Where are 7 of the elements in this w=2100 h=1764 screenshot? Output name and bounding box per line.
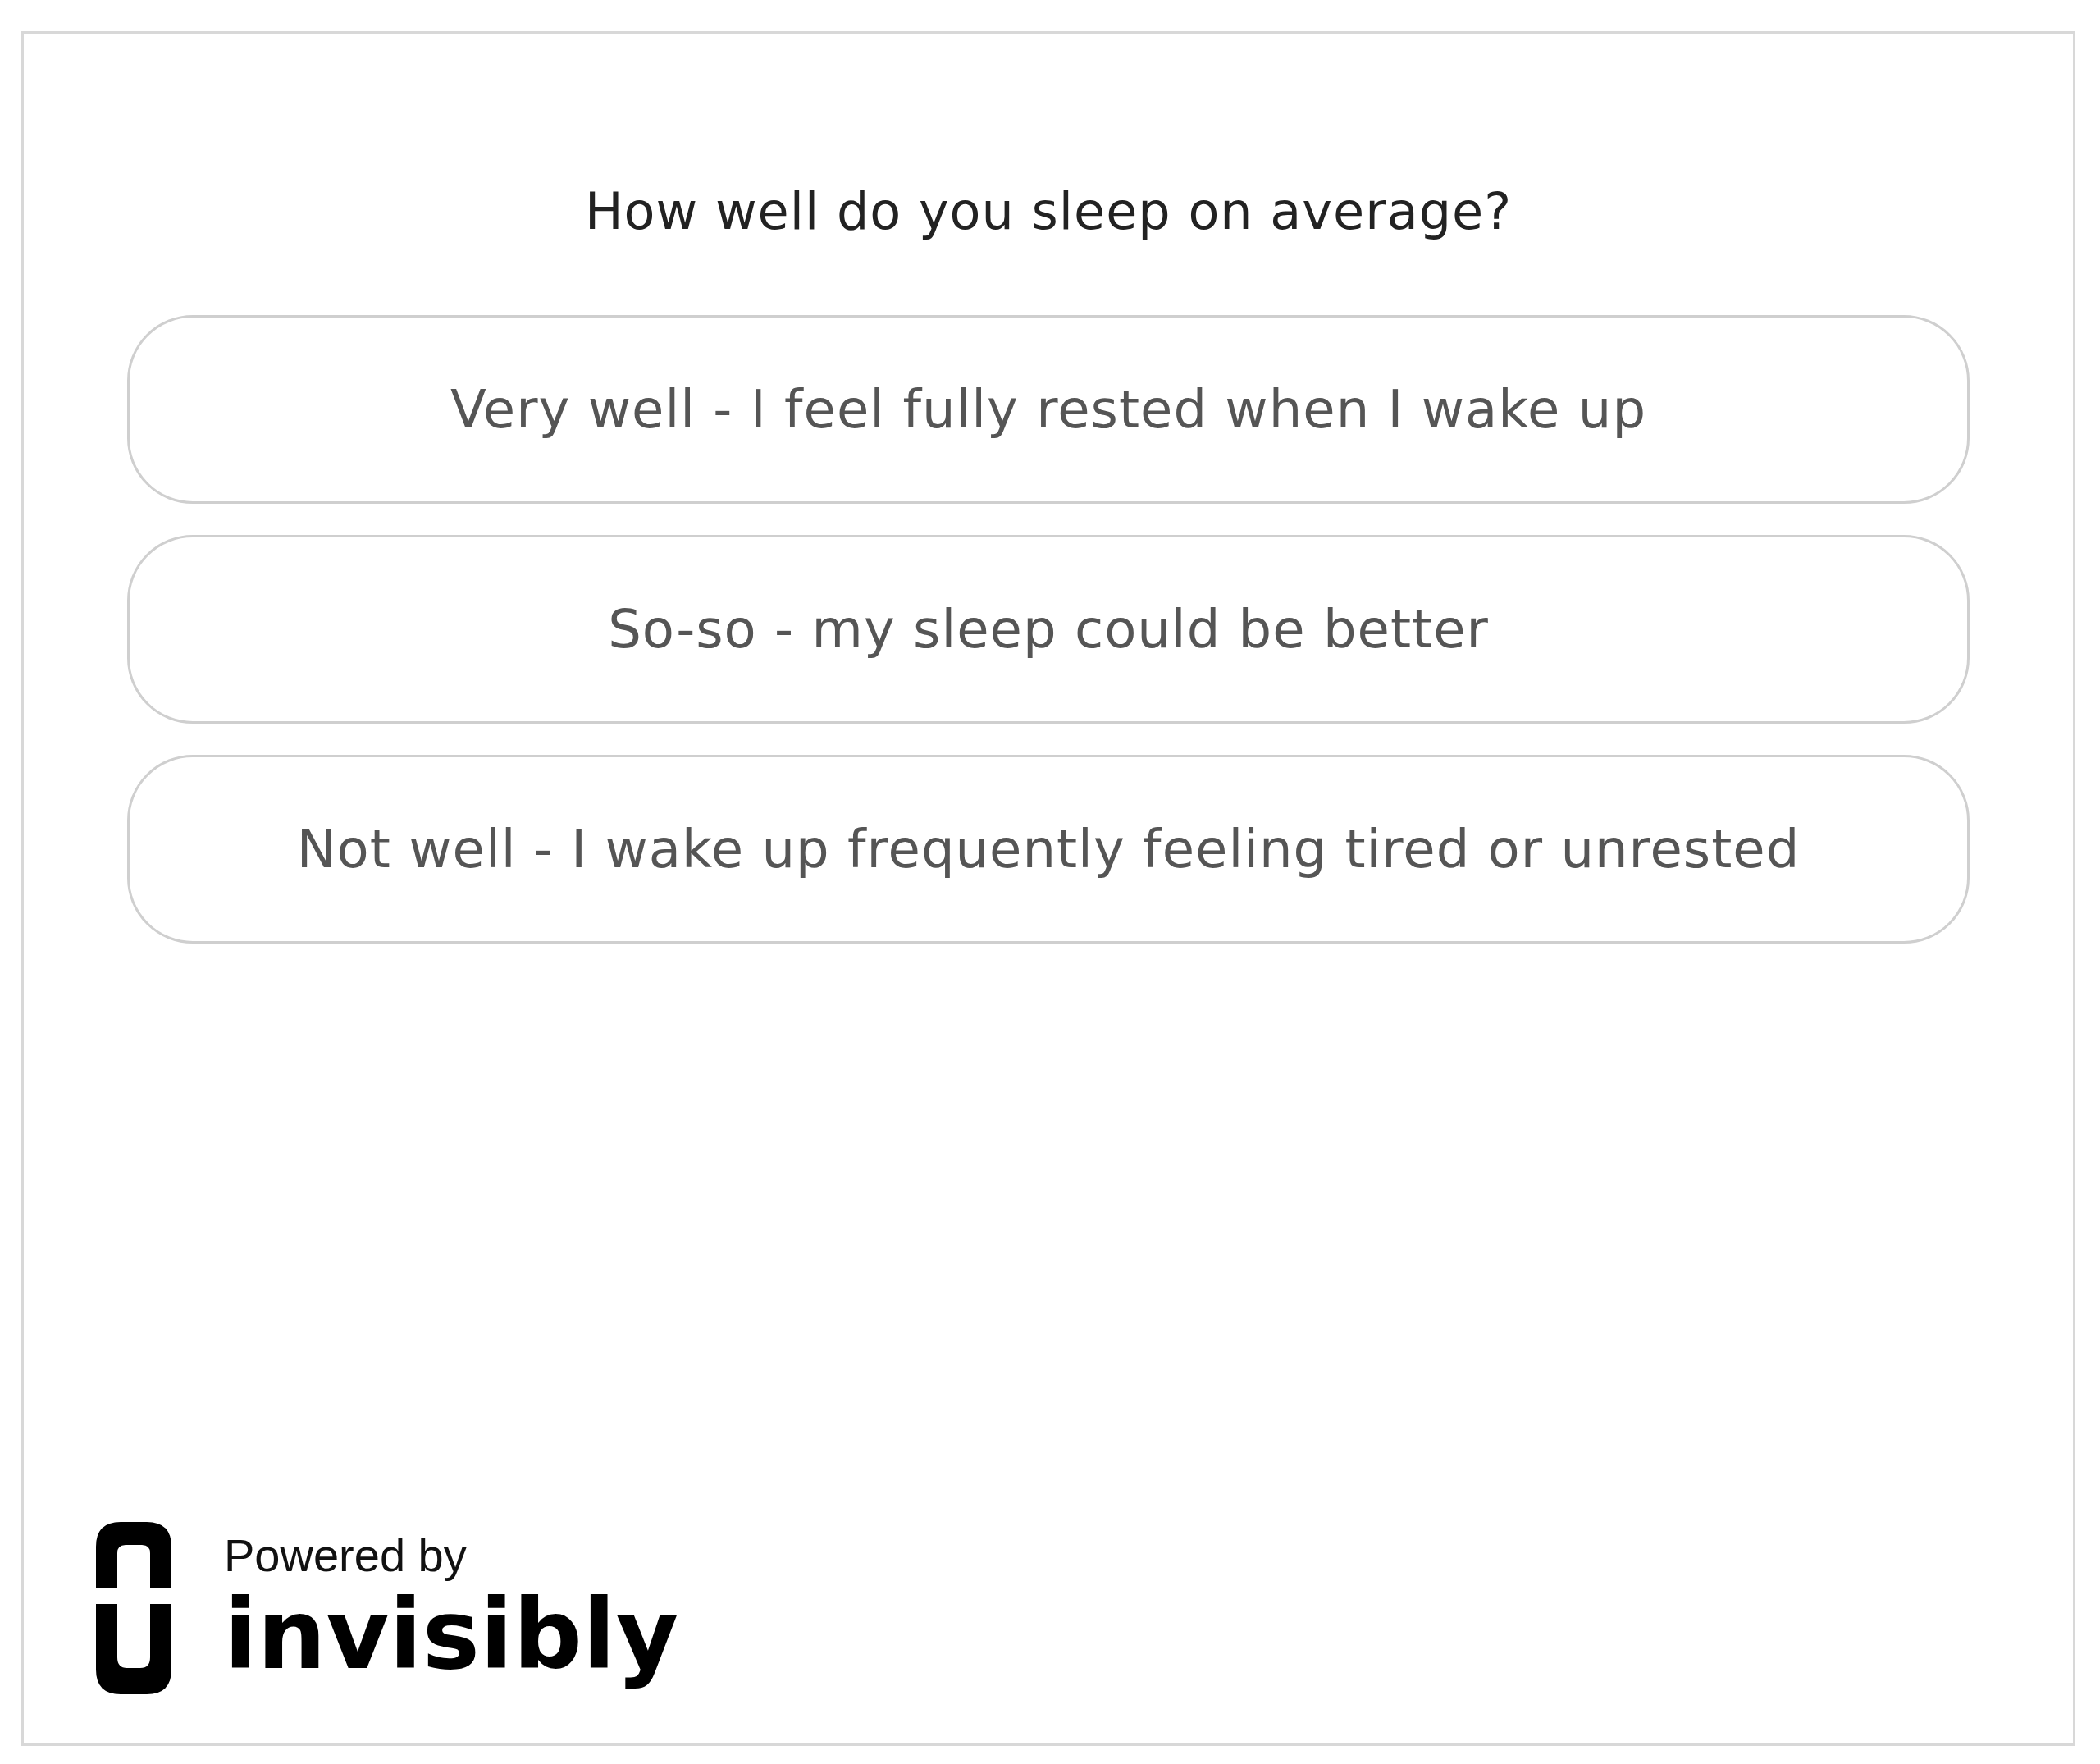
answer-option[interactable]: So-so - my sleep could be better — [127, 535, 1970, 724]
brand-name: invisibly — [224, 1581, 679, 1689]
logo-icon — [96, 1522, 171, 1694]
powered-by-label: Powered by — [224, 1528, 468, 1582]
answer-option[interactable]: Not well - I wake up frequently feeling tired or unrested — [127, 755, 1970, 944]
answer-option[interactable]: Very well - I feel fully rested when I wake up — [127, 315, 1970, 504]
question-title: How well do you sleep on average? — [584, 181, 1513, 241]
